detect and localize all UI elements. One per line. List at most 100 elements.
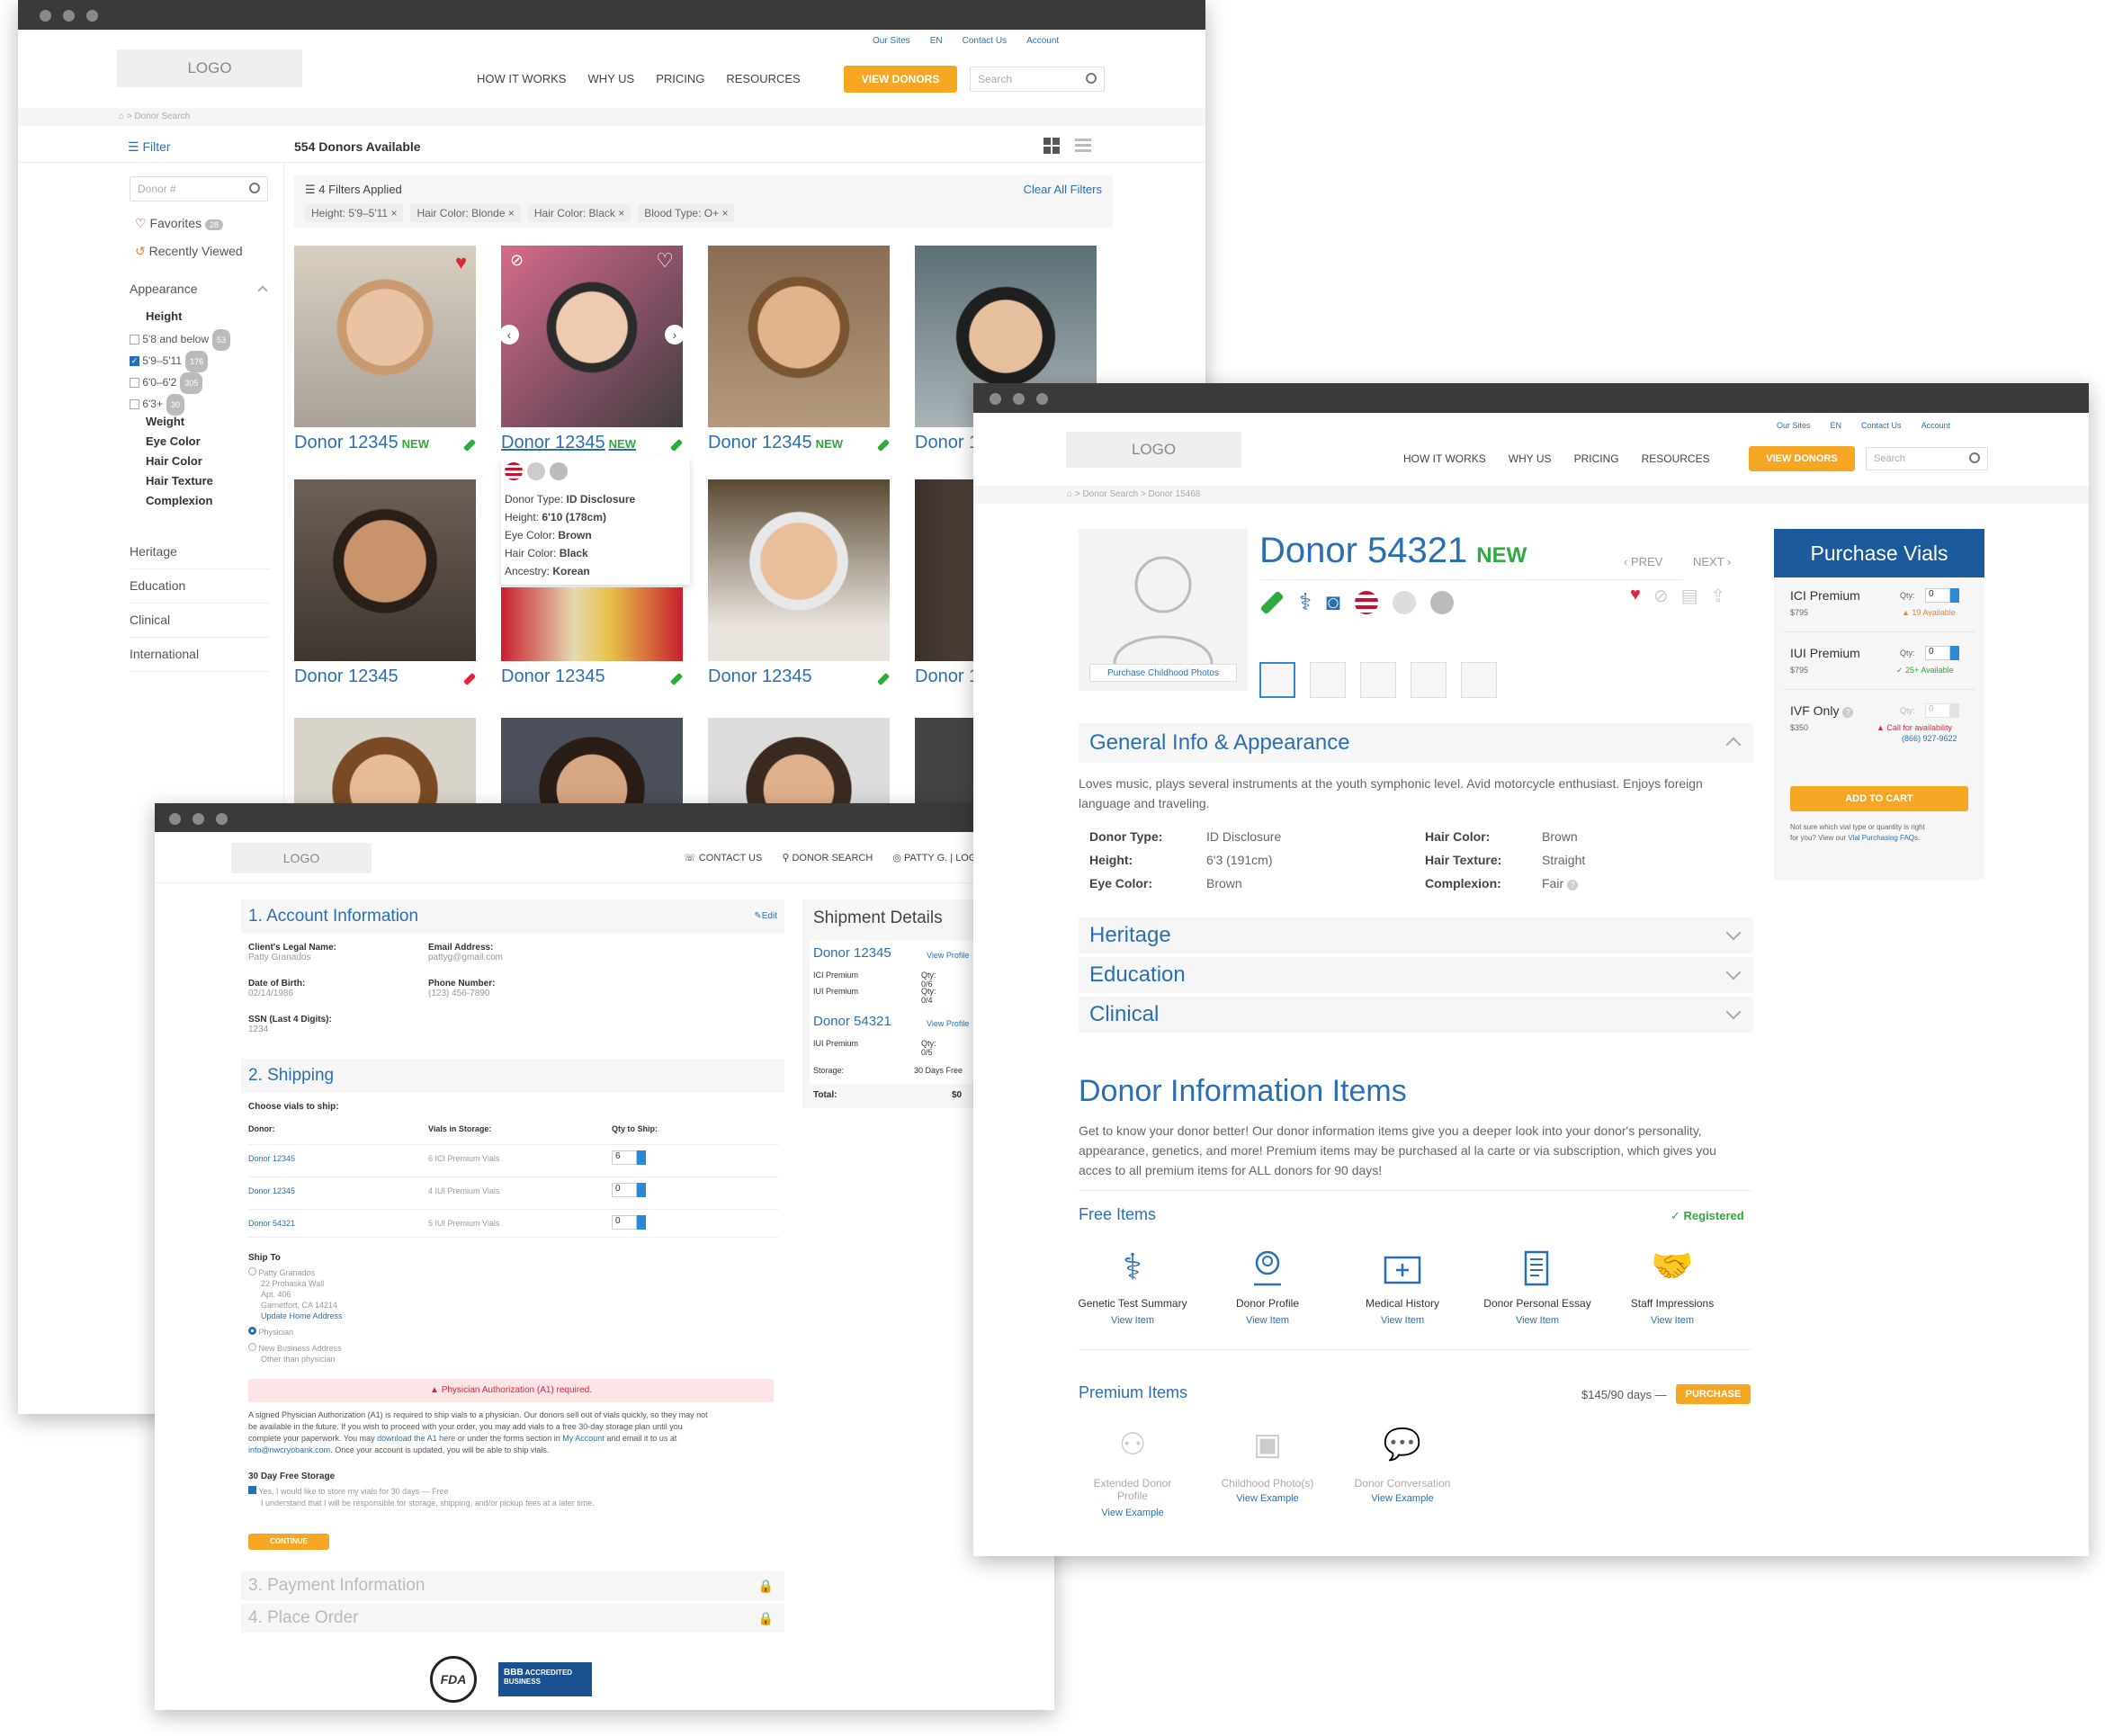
logo[interactable]: LOGO bbox=[1066, 432, 1241, 468]
nav-pricing[interactable]: PRICING bbox=[1574, 452, 1619, 465]
vial-icon[interactable] bbox=[1259, 590, 1285, 614]
prev-photo-icon[interactable]: ‹ bbox=[501, 325, 519, 345]
view-item-link[interactable]: View Item bbox=[1200, 1315, 1335, 1326]
add-to-cart-button[interactable]: ADD TO CART bbox=[1790, 786, 1968, 811]
search-input[interactable]: Search bbox=[1866, 447, 1988, 470]
stepper-icon[interactable] bbox=[637, 1215, 646, 1230]
view-item-link[interactable]: View Item bbox=[1605, 1315, 1740, 1326]
window-minimize-dot[interactable] bbox=[63, 10, 75, 22]
breadcrumb-donor-search[interactable]: Donor Search bbox=[1082, 489, 1138, 499]
logo[interactable]: LOGO bbox=[117, 49, 302, 87]
clear-all-filters-link[interactable]: Clear All Filters bbox=[1024, 183, 1102, 196]
filter-chip[interactable]: Blood Type: O+ × bbox=[638, 204, 735, 222]
edit-link[interactable]: ✎Edit bbox=[754, 899, 777, 934]
donor-card-name[interactable]: Donor 12345 bbox=[294, 667, 399, 687]
our-sites-link[interactable]: Our Sites bbox=[873, 36, 910, 46]
grid-view-icon[interactable] bbox=[1044, 138, 1060, 154]
search-icon[interactable] bbox=[1969, 452, 1980, 463]
qty-to-ship-input[interactable]: 0 bbox=[612, 1183, 637, 1197]
donor-photo[interactable] bbox=[708, 479, 890, 661]
help-icon[interactable]: ? bbox=[1567, 880, 1579, 890]
ship-donor-name[interactable]: Donor 12345 bbox=[813, 945, 891, 961]
new-business-option[interactable]: New Business Address bbox=[248, 1343, 608, 1354]
appearance-section[interactable]: Appearance bbox=[130, 282, 270, 296]
checkbox-checked[interactable]: ✓ bbox=[130, 356, 139, 367]
phone-link[interactable]: (866) 927-9622 bbox=[1902, 734, 1957, 743]
stepper-icon[interactable] bbox=[1950, 588, 1959, 603]
view-item-link[interactable]: View Item bbox=[1335, 1315, 1470, 1326]
donor-card-name[interactable]: Donor 12345 NEW bbox=[501, 433, 636, 453]
filter-chip[interactable]: Hair Color: Black × bbox=[527, 204, 632, 222]
email-link[interactable]: info@nwcryobank.com bbox=[248, 1445, 330, 1454]
account-link[interactable]: Account bbox=[1026, 36, 1059, 46]
photo-thumbnail[interactable] bbox=[1461, 662, 1497, 698]
storage-checkbox[interactable]: Yes, I would like to store my vials for … bbox=[248, 1486, 779, 1498]
window-maximize-dot[interactable] bbox=[86, 10, 98, 22]
window-close-dot[interactable] bbox=[40, 10, 51, 22]
handshake-icon[interactable]: 🤝 bbox=[1650, 1247, 1695, 1292]
essay-icon[interactable] bbox=[1515, 1247, 1560, 1292]
clinical-accordion[interactable]: Clinical bbox=[1079, 997, 1753, 1033]
donor-photo[interactable] bbox=[294, 479, 476, 661]
qty-to-ship-input[interactable]: 6 bbox=[612, 1150, 637, 1165]
donor-card-name[interactable]: Donor 1 bbox=[915, 667, 979, 687]
faq-link[interactable]: Vial Purchasing FAQs. bbox=[1848, 834, 1920, 842]
help-icon[interactable]: ? bbox=[1842, 707, 1854, 718]
language-select[interactable]: EN bbox=[1831, 421, 1842, 430]
checkbox-checked[interactable] bbox=[248, 1486, 256, 1494]
heritage-section[interactable]: Heritage bbox=[130, 535, 270, 569]
view-profile-link[interactable]: View Profile bbox=[927, 951, 969, 960]
vial-qty-input[interactable]: 0 bbox=[1925, 646, 1950, 660]
donor-number-input[interactable]: Donor # bbox=[130, 176, 268, 201]
checkbox[interactable] bbox=[130, 399, 139, 410]
notes-icon[interactable]: ▤ bbox=[1681, 585, 1698, 607]
radio[interactable] bbox=[248, 1267, 256, 1275]
height-group[interactable]: Height bbox=[146, 309, 182, 323]
block-icon[interactable]: ⊘ bbox=[510, 251, 524, 270]
window-minimize-dot[interactable] bbox=[193, 813, 204, 825]
donor-card-name[interactable]: Donor 1 bbox=[915, 433, 979, 453]
checkbox[interactable] bbox=[130, 335, 139, 345]
nav-resources[interactable]: RESOURCES bbox=[1642, 452, 1710, 465]
share-icon[interactable]: ⇪ bbox=[1711, 585, 1726, 607]
next-photo-icon[interactable]: › bbox=[665, 325, 683, 345]
radio-selected[interactable] bbox=[248, 1327, 256, 1335]
language-select[interactable]: EN bbox=[930, 36, 943, 46]
view-example-link[interactable]: View Example bbox=[1335, 1493, 1470, 1504]
international-section[interactable]: International bbox=[130, 638, 270, 672]
radio[interactable] bbox=[248, 1343, 256, 1351]
donor-link[interactable]: Donor 54321 bbox=[248, 1219, 295, 1228]
nav-how-it-works[interactable]: HOW IT WORKS bbox=[1403, 452, 1486, 465]
heritage-accordion[interactable]: Heritage bbox=[1079, 917, 1753, 953]
nav-resources[interactable]: RESOURCES bbox=[726, 72, 800, 85]
window-close-dot[interactable] bbox=[990, 393, 1001, 405]
checkbox[interactable] bbox=[130, 378, 139, 389]
search-icon[interactable] bbox=[1086, 73, 1097, 84]
vial-qty-input[interactable]: 0 bbox=[1925, 703, 1950, 718]
purchase-childhood-photos-button[interactable]: Purchase Childhood Photos bbox=[1089, 664, 1237, 682]
donor-photo[interactable] bbox=[501, 718, 683, 808]
eye-color-filter[interactable]: Eye Color bbox=[146, 432, 213, 452]
qty-to-ship-input[interactable]: 0 bbox=[612, 1215, 637, 1230]
window-close-dot[interactable] bbox=[169, 813, 181, 825]
photo-thumbnail[interactable] bbox=[1360, 662, 1396, 698]
donor-card-name[interactable]: Donor 12345 NEW bbox=[294, 433, 429, 453]
medical-folder-icon[interactable] bbox=[1380, 1247, 1425, 1292]
photo-thumbnail[interactable] bbox=[1411, 662, 1447, 698]
window-maximize-dot[interactable] bbox=[1036, 393, 1048, 405]
contact-us-link[interactable]: Contact Us bbox=[963, 36, 1007, 46]
close-icon[interactable]: × bbox=[390, 207, 397, 219]
stepper-icon[interactable] bbox=[1950, 646, 1959, 660]
view-donors-button[interactable]: VIEW DONORS bbox=[1749, 446, 1855, 471]
view-example-link[interactable]: View Example bbox=[1065, 1508, 1200, 1518]
search-icon[interactable] bbox=[249, 183, 260, 193]
view-profile-link[interactable]: View Profile bbox=[927, 1019, 969, 1028]
our-sites-link[interactable]: Our Sites bbox=[1777, 421, 1811, 430]
window-minimize-dot[interactable] bbox=[1013, 393, 1025, 405]
ship-donor-name[interactable]: Donor 54321 bbox=[813, 1014, 891, 1029]
contact-us-link[interactable]: Contact Us bbox=[1861, 421, 1902, 430]
physician-option[interactable]: Physician bbox=[248, 1327, 608, 1338]
close-icon[interactable]: × bbox=[721, 207, 728, 219]
education-accordion[interactable]: Education bbox=[1079, 957, 1753, 993]
hair-color-filter[interactable]: Hair Color bbox=[146, 452, 213, 471]
